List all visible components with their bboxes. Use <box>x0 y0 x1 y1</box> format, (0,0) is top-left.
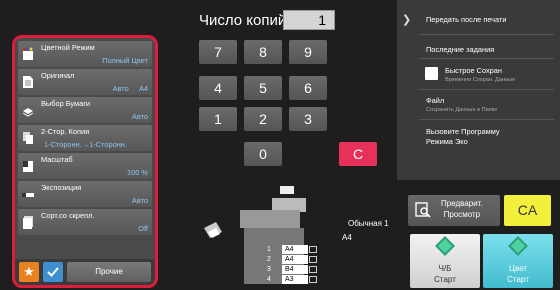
settings-menu: Цветной Режим Полный Цвет Оригинал Авто … <box>18 41 152 237</box>
paper-size-label: A4 <box>342 233 352 242</box>
tray-indicator <box>309 266 317 273</box>
tray-row[interactable]: 1 A4 <box>264 245 320 255</box>
menu-original-label: Оригинал <box>41 70 75 80</box>
tray-row[interactable]: 3 B4 <box>264 265 320 275</box>
clear-key[interactable]: C <box>339 142 377 166</box>
quick-save-label[interactable]: Быстрое Сохран <box>445 66 502 75</box>
bw-start-label-line2: Старт <box>434 275 456 284</box>
key-5[interactable]: 5 <box>244 76 282 100</box>
menu-original[interactable]: Оригинал Авто A4 <box>18 68 152 96</box>
start-diamond-icon <box>435 236 455 256</box>
other-button[interactable]: Прочие <box>67 262 151 282</box>
tray-number: 3 <box>267 266 271 273</box>
sort-staple-icon <box>23 215 33 229</box>
menu-color-mode-label: Цветной Режим <box>41 43 95 52</box>
color-start-label-line2: Старт <box>507 275 529 284</box>
preview-label-line1: Предварит. <box>441 199 483 208</box>
menu-color-mode-value: Полный Цвет <box>102 56 148 66</box>
tray-size: B4 <box>282 265 308 274</box>
menu-exposure-label: Экспозиция <box>41 182 82 192</box>
tray-number: 2 <box>267 256 271 263</box>
file-sublabel: Сохранить Данные в Папке <box>426 107 498 113</box>
exposure-icon <box>22 192 34 197</box>
divider <box>419 89 554 90</box>
tray-number: 4 <box>267 276 271 283</box>
original-icon <box>23 75 33 88</box>
key-9[interactable]: 9 <box>289 40 327 64</box>
key-3[interactable]: 3 <box>289 107 327 131</box>
eco-program-link-line1[interactable]: Вызовите Программу <box>426 127 500 136</box>
color-mode-icon <box>23 47 33 60</box>
menu-color-mode[interactable]: Цветной Режим Полный Цвет <box>18 41 152 68</box>
menu-paper-select-label: Выбор Бумаги <box>41 98 91 108</box>
menu-bottom-bar: ★ Прочие <box>15 259 155 285</box>
tray-size: A3 <box>282 275 308 284</box>
action-panel <box>397 0 560 180</box>
recent-jobs-link[interactable]: Последние задания <box>426 45 494 54</box>
paper-select-icon <box>22 107 34 117</box>
check-icon-glyph <box>47 267 59 277</box>
tray-number: 1 <box>267 246 271 253</box>
menu-zoom-value: 100 % <box>127 168 148 178</box>
color-start-label-line1: Цвет <box>509 264 527 273</box>
key-7[interactable]: 7 <box>199 40 237 64</box>
menu-paper-select-value: Авто <box>131 112 148 122</box>
menu-sort-staple-value: Off <box>138 224 148 234</box>
clear-all-button[interactable]: CA <box>504 195 551 226</box>
key-2[interactable]: 2 <box>244 107 282 131</box>
paper-tray-list: 1 A4 2 A4 3 B4 4 A3 <box>264 245 320 285</box>
file-link[interactable]: Файл <box>426 96 444 105</box>
copies-label: Число копий <box>199 12 287 29</box>
menu-original-value: Авто A4 <box>112 84 148 94</box>
tray-size: A4 <box>282 255 308 264</box>
tray-row[interactable]: 2 A4 <box>264 255 320 265</box>
zoom-icon <box>23 160 33 172</box>
menu-exposure[interactable]: Экспозиция Авто <box>18 180 152 208</box>
checkmark-icon[interactable] <box>43 262 63 282</box>
menu-paper-select[interactable]: Выбор Бумаги Авто <box>18 96 152 124</box>
preview-icon <box>415 202 431 218</box>
preview-label-line2: Просмотр <box>443 210 481 219</box>
collapse-arrow-icon[interactable]: ❯ <box>402 13 411 26</box>
menu-zoom-label: Масштаб <box>41 154 73 164</box>
tray-indicator <box>309 246 317 253</box>
menu-sort-staple[interactable]: Сорт.со скрепл. Off <box>18 208 152 236</box>
start-diamond-icon <box>508 236 528 256</box>
menu-duplex-label: 2-Стор. Копия <box>41 126 90 136</box>
send-after-print-link[interactable]: Передать после печати <box>426 15 507 24</box>
settings-menu-panel: Цветной Режим Полный Цвет Оригинал Авто … <box>12 35 158 288</box>
key-4[interactable]: 4 <box>199 76 237 100</box>
divider <box>419 34 554 35</box>
eco-program-link-line2[interactable]: Режима Эко <box>426 137 468 146</box>
color-start-button[interactable]: Цвет Старт <box>483 234 553 288</box>
divider <box>419 58 554 59</box>
menu-duplex[interactable]: 2-Стор. Копия 1-Сторонн.→1-Сторонн. <box>18 124 152 152</box>
tray-indicator <box>309 276 317 283</box>
key-1[interactable]: 1 <box>199 107 237 131</box>
menu-zoom[interactable]: Масштаб 100 % <box>18 152 152 180</box>
bw-start-button[interactable]: Ч/Б Старт <box>410 234 480 288</box>
paper-type-label: Обычная 1 <box>348 219 389 228</box>
key-8[interactable]: 8 <box>244 40 282 64</box>
tray-indicator <box>309 256 317 263</box>
duplex-icon <box>23 131 33 144</box>
copies-count-field[interactable]: 1 <box>283 10 335 30</box>
preview-button[interactable]: Предварит. Просмотр <box>408 195 500 226</box>
menu-duplex-value: 1-Сторонн.→1-Сторонн. <box>44 140 127 150</box>
key-6[interactable]: 6 <box>289 76 327 100</box>
tray-row[interactable]: 4 A3 <box>264 275 320 285</box>
menu-sort-staple-label: Сорт.со скрепл. <box>41 210 95 220</box>
quick-save-checkbox[interactable] <box>425 67 438 80</box>
favorites-star-icon[interactable]: ★ <box>19 262 39 282</box>
divider <box>419 119 554 120</box>
tray-size: A4 <box>282 245 308 254</box>
menu-exposure-value: Авто <box>131 196 148 206</box>
bw-start-label-line1: Ч/Б <box>438 264 452 273</box>
key-0[interactable]: 0 <box>244 142 282 166</box>
quick-save-sublabel: Временно Сохран. Данные <box>445 77 516 83</box>
